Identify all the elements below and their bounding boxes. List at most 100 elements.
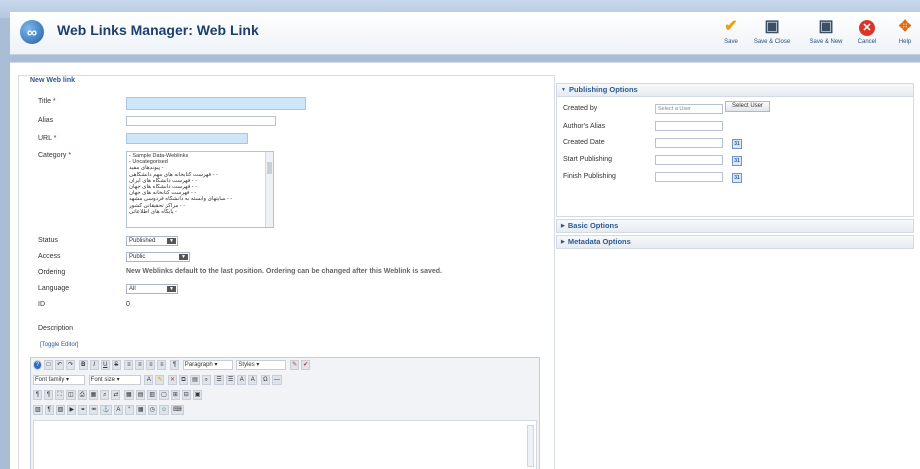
url-input[interactable]: [126, 133, 248, 144]
link-icon[interactable]: ⚭: [78, 405, 88, 415]
finish-publishing-label: Finish Publishing: [563, 173, 616, 180]
align-justify-icon[interactable]: ≡: [157, 360, 167, 370]
table-icon[interactable]: ▦: [124, 390, 134, 400]
highlight-icon[interactable]: ✎: [155, 375, 165, 385]
cite-icon[interactable]: “: [124, 405, 134, 415]
rtl-icon[interactable]: ¶: [44, 390, 53, 400]
split-icon[interactable]: ⊟: [181, 390, 191, 400]
align-left-icon[interactable]: ≡: [124, 360, 134, 370]
italic-button[interactable]: I: [89, 360, 99, 370]
cut-icon[interactable]: ✕: [168, 375, 178, 385]
toggle-editor-link[interactable]: [Toggle Editor]: [40, 342, 78, 348]
rich-text-editor: ? □ ↶ ↷ BIUS ≡ ≡ ≡ ≡ ¶ Paragraph ▾ Styles ▾ ✎ ✔…: [30, 357, 540, 469]
finish-publishing-input[interactable]: [655, 172, 723, 182]
styles-toggle-icon[interactable]: ¶: [170, 360, 180, 370]
paragraph-select[interactable]: Paragraph ▾: [182, 360, 233, 370]
calendar-icon[interactable]: 31: [732, 173, 742, 183]
numbered-list-icon[interactable]: ☰: [225, 375, 236, 385]
align-right-icon[interactable]: ≡: [146, 360, 156, 370]
editor-scrollbar[interactable]: [527, 425, 534, 467]
image-icon[interactable]: ▨: [55, 405, 66, 415]
calendar-icon[interactable]: 31: [732, 156, 742, 166]
styles-select[interactable]: Styles ▾: [236, 360, 287, 370]
merge-icon[interactable]: ⊞: [170, 390, 180, 400]
media-icon[interactable]: ▶: [67, 405, 77, 415]
subscript-icon[interactable]: A: [237, 375, 247, 385]
search-icon[interactable]: ⌕: [201, 375, 211, 385]
emoticon-icon[interactable]: ☺: [158, 405, 169, 415]
category-select[interactable]: - Sample Data-Weblinks - Uncategorised پ…: [126, 151, 274, 228]
editor-toolbar-row-4: ▧ ¶ ▨ ▶ ⚭ ⚮ ⚓ A “▦ ◷ ☺ ⌨: [33, 405, 538, 417]
category-option[interactable]: پایگاه های اطلاعاتی -: [129, 209, 271, 215]
template-icon[interactable]: ▦: [88, 390, 99, 400]
bold-button[interactable]: B: [78, 360, 88, 370]
created-date-label: Created Date: [563, 139, 605, 146]
text-color-icon[interactable]: A: [144, 375, 154, 385]
find-icon[interactable]: ⌕: [100, 390, 110, 400]
cancel-button[interactable]: ✕ Cancel: [853, 18, 881, 45]
author-alias-input[interactable]: [655, 121, 723, 131]
horizontal-rule-icon[interactable]: —: [271, 375, 282, 385]
cell-icon[interactable]: ▢: [159, 390, 169, 400]
align-center-icon[interactable]: ≡: [135, 360, 145, 370]
special-char-icon[interactable]: Ω: [260, 375, 270, 385]
save-close-label: Save & Close: [753, 39, 791, 45]
select-user-button[interactable]: Select User: [725, 101, 770, 112]
help-button[interactable]: ✥ Help: [894, 18, 916, 45]
eraser-icon[interactable]: ✎: [290, 360, 300, 370]
access-select[interactable]: Public ▼: [126, 252, 190, 262]
paste-icon[interactable]: ▤: [190, 375, 200, 385]
help-circle-icon[interactable]: ?: [33, 360, 42, 370]
title-input[interactable]: [126, 97, 306, 110]
insert-date-icon[interactable]: ▦: [135, 405, 146, 415]
cleanup-icon[interactable]: ✔: [301, 360, 311, 370]
anchor-icon[interactable]: ⚓: [100, 405, 112, 415]
redo-icon[interactable]: ↷: [66, 360, 76, 370]
preview-icon[interactable]: ◫: [66, 390, 76, 400]
abbr-icon[interactable]: A: [113, 405, 123, 415]
delete-table-icon[interactable]: ▣: [192, 390, 203, 400]
created-date-input[interactable]: [655, 138, 723, 148]
copy-icon[interactable]: ⧉: [179, 375, 189, 385]
print-icon[interactable]: ⎙: [77, 390, 87, 400]
alias-input[interactable]: [126, 116, 276, 126]
editor-toolbar-row-2: Font family ▾ Font size ▾ A ✎ ✕ ⧉ ▤ ⌕ ☰ ☰ A A Ω…: [33, 375, 538, 387]
font-size-select[interactable]: Font size ▾: [88, 375, 141, 385]
status-select[interactable]: Published ▼: [126, 236, 178, 246]
publishing-options-header[interactable]: ▼ Publishing Options: [557, 84, 913, 96]
row-icon[interactable]: ▤: [135, 390, 146, 400]
insert-time-icon[interactable]: ◷: [147, 405, 157, 415]
options-sidebar: ▼ Publishing Options Created by Select a …: [556, 83, 914, 251]
access-value: Public: [129, 254, 146, 260]
layer-icon[interactable]: ▧: [33, 405, 43, 415]
underline-button[interactable]: U: [100, 360, 110, 370]
start-publishing-input[interactable]: [655, 155, 723, 165]
strike-button[interactable]: S: [111, 360, 121, 370]
save-close-button[interactable]: ▣ Save & Close: [750, 18, 794, 45]
font-family-select[interactable]: Font family ▾: [33, 375, 85, 385]
created-by-label: Created by: [563, 105, 598, 112]
editor-content-area[interactable]: [33, 420, 537, 469]
font-size-value: Font size: [90, 377, 116, 383]
basic-options-header[interactable]: ▶ Basic Options: [557, 220, 913, 232]
calendar-icon[interactable]: 31: [732, 139, 742, 149]
created-by-field[interactable]: Select a User: [655, 104, 723, 114]
new-doc-icon[interactable]: □: [44, 360, 53, 370]
unlink-icon[interactable]: ⚮: [89, 405, 99, 415]
joomla-logo-icon: ∞: [20, 20, 44, 44]
ltr-icon[interactable]: ¶: [33, 390, 42, 400]
bullet-list-icon[interactable]: ☰: [214, 375, 224, 385]
fullscreen-icon[interactable]: ⛶: [55, 390, 64, 400]
save-button[interactable]: ✔ Save: [720, 18, 742, 45]
language-select[interactable]: All ▼: [126, 284, 178, 294]
category-scrollbar[interactable]: [265, 152, 273, 227]
undo-icon[interactable]: ↶: [55, 360, 65, 370]
superscript-icon[interactable]: A: [248, 375, 258, 385]
metadata-options-header[interactable]: ▶ Metadata Options: [557, 236, 913, 248]
description-label: Description: [38, 325, 74, 332]
code-icon[interactable]: ⌨: [170, 405, 184, 415]
save-new-button[interactable]: ▣ Save & New: [805, 18, 847, 45]
paragraph-mark-icon[interactable]: ¶: [44, 405, 54, 415]
replace-icon[interactable]: ⇄: [111, 390, 121, 400]
column-icon[interactable]: ▥: [147, 390, 158, 400]
